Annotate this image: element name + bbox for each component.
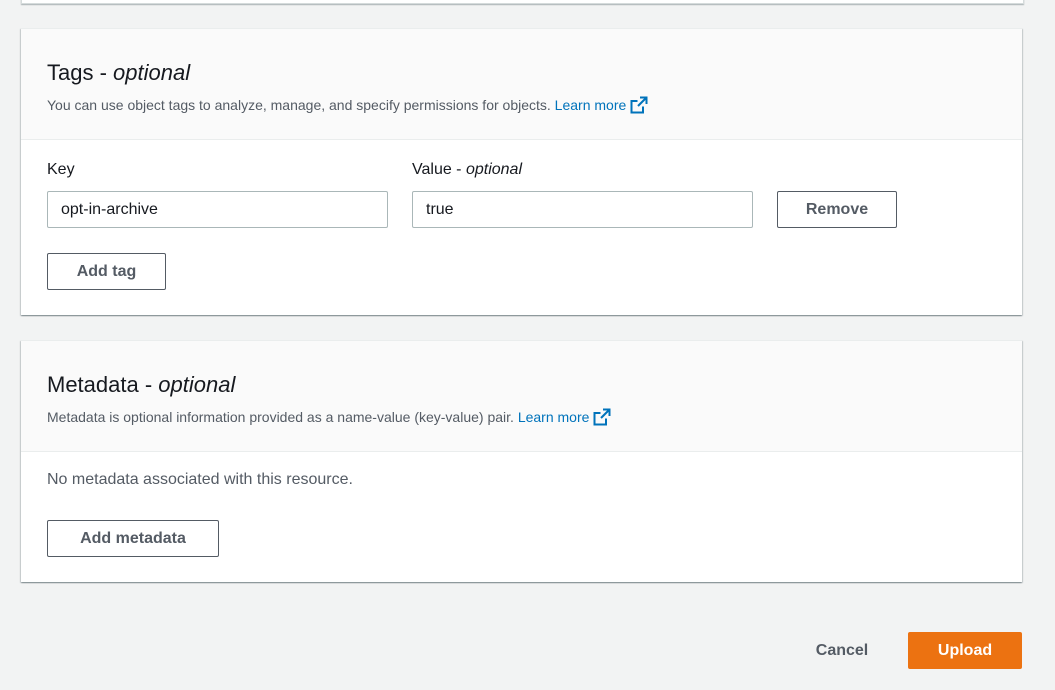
tags-learn-more-link[interactable]: Learn more [554, 96, 649, 114]
tags-panel: Tags - optional You can use object tags … [21, 28, 1022, 315]
external-link-icon [630, 96, 648, 114]
tag-key-input[interactable] [47, 191, 388, 228]
key-label: Key [47, 161, 75, 178]
add-tag-button[interactable]: Add tag [47, 253, 166, 290]
metadata-empty-text: No metadata associated with this resourc… [47, 471, 353, 488]
add-metadata-button[interactable]: Add metadata [47, 520, 219, 557]
metadata-title-text: Metadata - [47, 372, 159, 397]
tags-title-optional: optional [113, 60, 191, 85]
metadata-description: Metadata is optional information provide… [47, 407, 996, 427]
remove-tag-button[interactable]: Remove [777, 191, 897, 228]
upload-page: Tags - optional You can use object tags … [0, 0, 1055, 690]
tags-title-text: Tags - [47, 60, 114, 85]
metadata-panel-header: Metadata - optional Metadata is optional… [21, 341, 1022, 452]
value-label-optional: optional [465, 161, 522, 178]
tags-panel-header: Tags - optional You can use object tags … [21, 29, 1022, 140]
tags-description-text: You can use object tags to analyze, mana… [47, 97, 551, 113]
metadata-learn-more-text: Learn more [517, 409, 590, 425]
metadata-title-optional: optional [158, 372, 236, 397]
value-label: Value - optional [412, 161, 522, 179]
external-link-icon [593, 408, 611, 426]
metadata-description-text: Metadata is optional information provide… [47, 409, 514, 425]
tags-title: Tags - optional [47, 59, 996, 87]
tags-learn-more-text: Learn more [554, 97, 627, 113]
upload-button[interactable]: Upload [908, 632, 1022, 669]
metadata-panel: Metadata - optional Metadata is optional… [21, 340, 1022, 582]
metadata-title: Metadata - optional [47, 371, 996, 399]
tags-description: You can use object tags to analyze, mana… [47, 95, 996, 115]
metadata-learn-more-link[interactable]: Learn more [517, 408, 612, 426]
value-label-text: Value - [412, 161, 466, 178]
cancel-button[interactable]: Cancel [800, 632, 884, 669]
tag-value-input[interactable] [412, 191, 753, 228]
previous-panel-bottom [21, 0, 1024, 4]
